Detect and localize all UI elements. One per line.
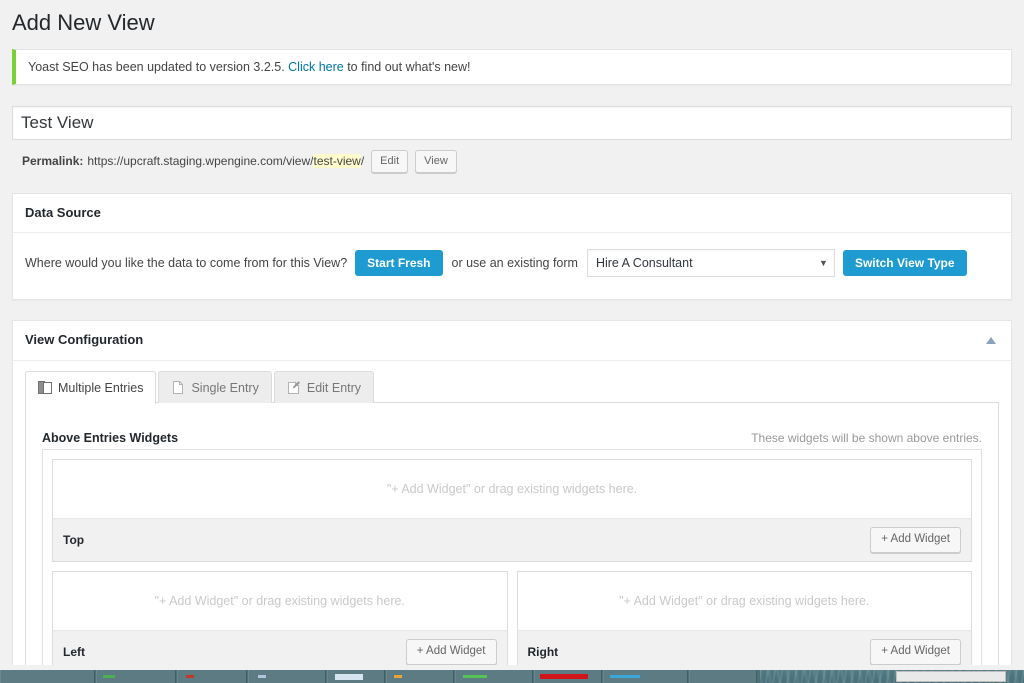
widget-zone-left: "+ Add Widget" or drag existing widgets …: [52, 571, 508, 675]
tab-edit-entry[interactable]: Edit Entry: [273, 371, 375, 404]
view-configuration-tabs: Multiple Entries Single Entry Edit Entry: [25, 371, 999, 405]
above-entries-widgets-title: Above Entries Widgets: [42, 431, 179, 446]
taskbar-icon: [186, 675, 194, 678]
data-source-middle-text: or use an existing form: [451, 256, 578, 271]
existing-form-select-wrap: Hire A Consultant ▼: [586, 249, 835, 278]
existing-form-select-value: Hire A Consultant: [595, 256, 693, 271]
taskbar-icon: [394, 675, 402, 678]
widget-zone-right-placeholder[interactable]: "+ Add Widget" or drag existing widgets …: [517, 572, 971, 632]
yoast-update-notice: Yoast SEO has been updated to version 3.…: [12, 48, 1012, 85]
taskbar-icon: [258, 675, 266, 678]
notice-text-after: to find out what's new!: [343, 59, 471, 74]
page-pencil-icon: [287, 380, 301, 396]
tab-edit-entry-label: Edit Entry: [306, 381, 362, 396]
taskbar-icon: [610, 675, 640, 678]
widget-zone-top-placeholder[interactable]: "+ Add Widget" or drag existing widgets …: [53, 460, 971, 520]
view-configuration-heading: View Configuration: [25, 332, 144, 348]
notice-click-here-link[interactable]: Click here: [288, 60, 344, 74]
taskbar-icon: [540, 674, 588, 679]
tab-single-entry-label: Single Entry: [191, 381, 259, 396]
view-title-input[interactable]: [12, 105, 1012, 140]
taskbar-button[interactable]: [689, 670, 757, 683]
widget-zone-left-label: Left: [63, 645, 85, 660]
taskbar-icon: [463, 675, 487, 678]
widget-zone-top: "+ Add Widget" or drag existing widgets …: [52, 459, 972, 563]
above-entries-widgets-note: These widgets will be shown above entrie…: [751, 431, 982, 446]
above-entries-widgets-frame: "+ Add Widget" or drag existing widgets …: [42, 449, 982, 683]
multiple-pages-icon: [38, 380, 52, 396]
permalink-edit-button[interactable]: Edit: [371, 149, 409, 173]
widget-zone-right-label: Right: [527, 645, 559, 660]
switch-view-type-button[interactable]: Switch View Type: [842, 250, 967, 277]
permalink-url-prefix: https://upcraft.staging.wpengine.com/vie…: [87, 154, 314, 169]
above-entries-widgets-header: Above Entries Widgets These widgets will…: [42, 431, 982, 449]
taskbar-icon: [335, 674, 363, 680]
taskbar-button[interactable]: [0, 670, 95, 683]
start-fresh-button[interactable]: Start Fresh: [355, 250, 443, 277]
tab-multiple-entries[interactable]: Multiple Entries: [25, 371, 157, 405]
widget-zone-right: "+ Add Widget" or drag existing widgets …: [516, 571, 972, 675]
data-source-row: Where would you like the data to come fr…: [25, 249, 999, 278]
tab-multiple-entries-label: Multiple Entries: [58, 381, 144, 396]
widget-zone-top-footer: Top + Add Widget: [53, 519, 971, 562]
permalink-slug: test-view: [313, 154, 361, 169]
widget-zone-left-placeholder[interactable]: "+ Add Widget" or drag existing widgets …: [53, 572, 507, 632]
tab-single-entry[interactable]: Single Entry: [158, 371, 272, 404]
title-section: Permalink: https://upcraft.staging.wpeng…: [12, 105, 1012, 173]
permalink-view-button[interactable]: View: [415, 149, 457, 173]
widget-zones-left-right: "+ Add Widget" or drag existing widgets …: [52, 571, 972, 675]
data-source-body: Where would you like the data to come fr…: [13, 233, 1011, 299]
os-taskbar: [0, 670, 1024, 683]
add-widget-button-right[interactable]: + Add Widget: [870, 639, 961, 666]
view-configuration-body: Multiple Entries Single Entry Edit Entry…: [13, 361, 1011, 683]
taskbar-icon: [103, 675, 115, 678]
notice-text-before: Yoast SEO has been updated to version 3.…: [28, 59, 289, 74]
data-source-heading: Data Source: [13, 194, 1011, 234]
wordpress-admin-screen: Add New View Yoast SEO has been updated …: [0, 0, 1024, 683]
triangle-up-icon[interactable]: [981, 331, 1001, 351]
page-title: Add New View: [12, 10, 155, 35]
add-widget-button-top[interactable]: + Add Widget: [870, 527, 961, 554]
existing-form-select[interactable]: Hire A Consultant: [586, 249, 835, 278]
permalink-row: Permalink: https://upcraft.staging.wpeng…: [22, 149, 1012, 173]
permalink-url-suffix: /: [360, 154, 365, 169]
taskbar-window-sliver: [896, 671, 1006, 682]
view-configuration-metabox: View Configuration Multiple Entries Sing…: [12, 320, 1012, 683]
widget-zone-top-label: Top: [63, 533, 85, 548]
multiple-entries-panel: Above Entries Widgets These widgets will…: [25, 402, 999, 683]
add-widget-button-left[interactable]: + Add Widget: [405, 639, 497, 666]
data-source-question: Where would you like the data to come fr…: [25, 256, 348, 271]
single-page-icon: [171, 380, 185, 396]
permalink-label: Permalink:: [22, 154, 84, 169]
view-configuration-heading-row: View Configuration: [13, 321, 1011, 362]
data-source-metabox: Data Source Where would you like the dat…: [12, 192, 1012, 301]
